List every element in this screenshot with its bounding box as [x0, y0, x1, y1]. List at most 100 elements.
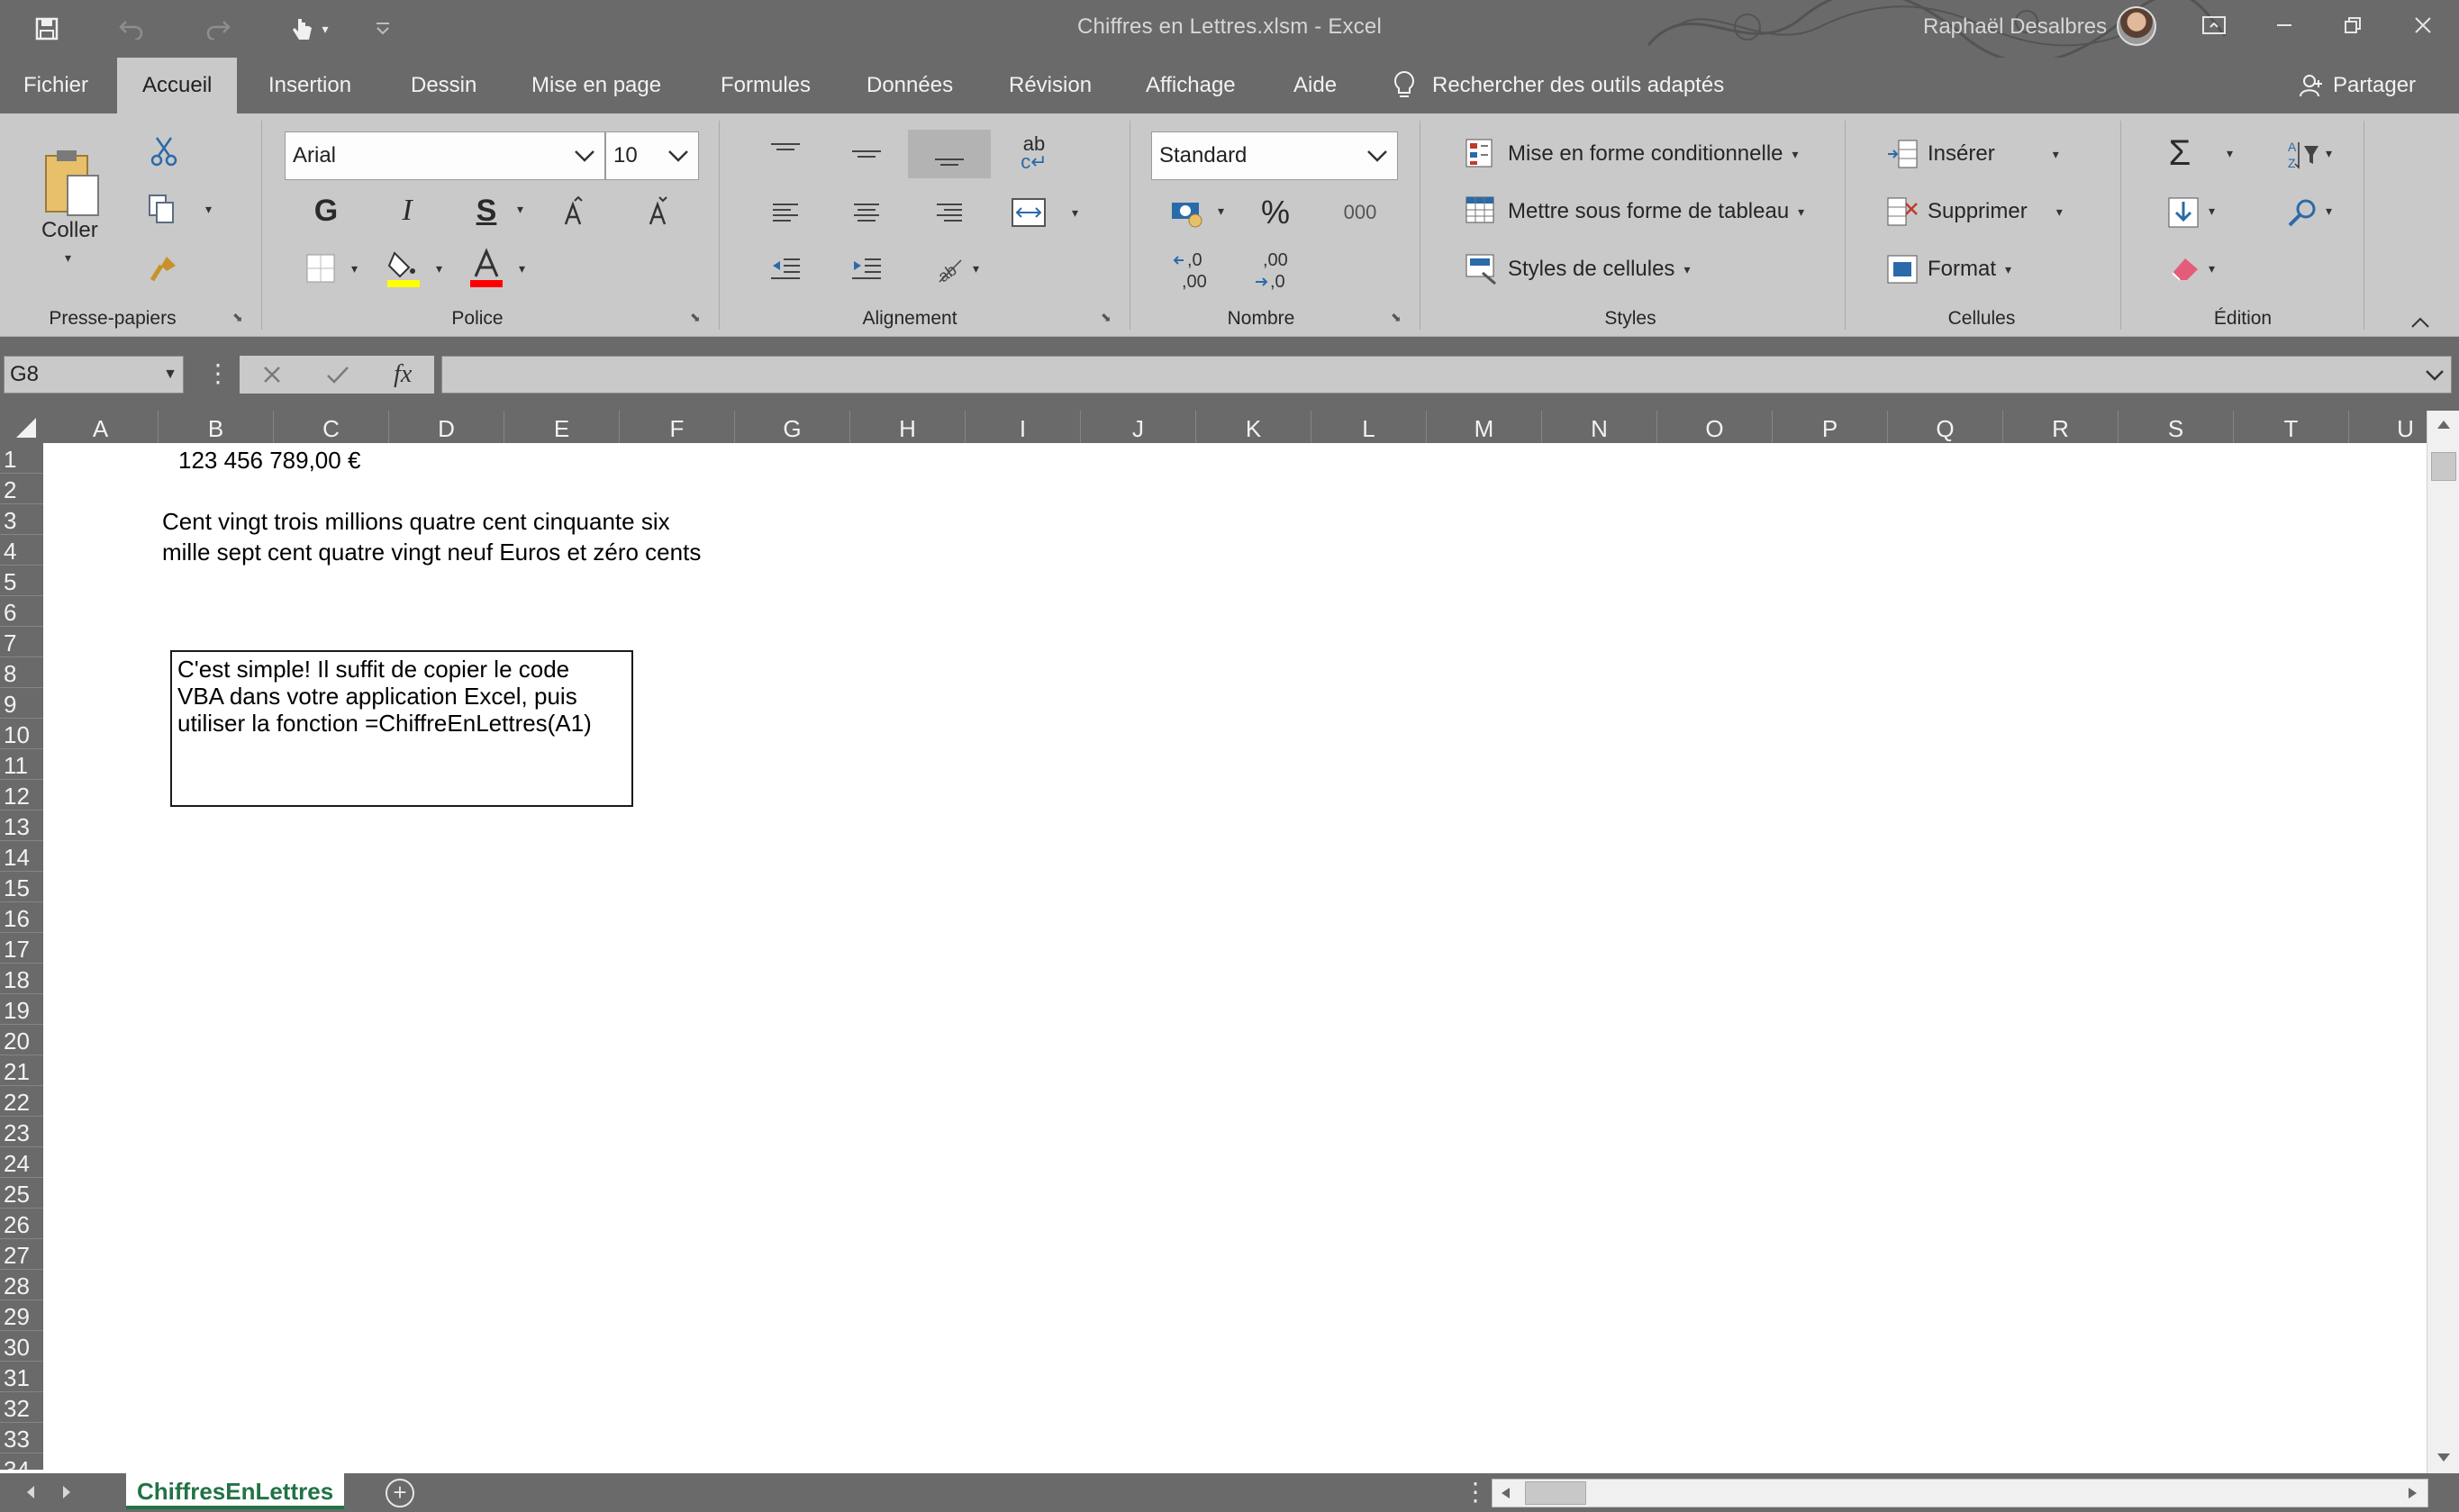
cell-a3[interactable]: Cent vingt trois millions quatre cent ci…	[162, 508, 670, 536]
row-header-1[interactable]: 1	[0, 443, 43, 474]
row-header-11[interactable]: 11	[0, 749, 43, 780]
decrease-indent-icon[interactable]	[764, 250, 807, 286]
font-color-dropdown-icon[interactable]: ▾	[519, 261, 525, 276]
avatar[interactable]	[2117, 6, 2156, 46]
expand-formula-bar-icon[interactable]	[2424, 364, 2445, 385]
column-header-q[interactable]: Q	[1888, 411, 2003, 443]
row-header-15[interactable]: 15	[0, 872, 43, 902]
conditional-formatting-button[interactable]: Mise en forme conditionnelle ▾	[1465, 133, 1799, 175]
column-header-a[interactable]: A	[43, 411, 159, 443]
fill-color-icon[interactable]	[382, 245, 425, 290]
scroll-right-icon[interactable]	[2404, 1485, 2420, 1501]
font-launcher-icon[interactable]: ⬊	[690, 310, 706, 326]
share-button[interactable]: Partager	[2299, 58, 2416, 113]
copy-icon[interactable]	[144, 191, 180, 227]
horizontal-scroll-thumb[interactable]	[1525, 1481, 1586, 1505]
decrease-decimal-icon[interactable]: ,00,0	[1252, 245, 1295, 295]
column-header-d[interactable]: D	[389, 411, 504, 443]
align-center-icon[interactable]	[845, 195, 888, 231]
cancel-icon[interactable]	[262, 365, 282, 385]
collapse-ribbon-icon[interactable]	[2407, 312, 2434, 333]
orientation-dropdown-icon[interactable]: ▾	[973, 261, 979, 276]
copy-dropdown-icon[interactable]: ▾	[205, 202, 212, 217]
column-header-e[interactable]: E	[504, 411, 620, 443]
tab-mise-en-page[interactable]: Mise en page	[528, 58, 665, 113]
row-header-26[interactable]: 26	[0, 1209, 43, 1239]
row-header-20[interactable]: 20	[0, 1025, 43, 1055]
tab-donnees[interactable]: Données	[863, 58, 957, 113]
restore-icon[interactable]	[2331, 7, 2374, 43]
borders-icon[interactable]	[301, 249, 340, 288]
tab-fichier[interactable]: Fichier	[20, 58, 92, 113]
column-header-k[interactable]: K	[1196, 411, 1311, 443]
tab-revision[interactable]: Révision	[1005, 58, 1095, 113]
find-dropdown-icon[interactable]: ▾	[2326, 204, 2332, 219]
row-header-22[interactable]: 22	[0, 1086, 43, 1117]
alignment-launcher-icon[interactable]: ⬊	[1101, 310, 1117, 326]
select-all-corner[interactable]	[0, 411, 43, 443]
font-family-select[interactable]: Arial	[285, 131, 605, 180]
format-as-table-button[interactable]: Mettre sous forme de tableau ▾	[1465, 191, 1804, 232]
column-header-b[interactable]: B	[159, 411, 274, 443]
delete-cells-button[interactable]: Supprimer ▾	[1886, 191, 2063, 232]
tab-insertion[interactable]: Insertion	[265, 58, 355, 113]
row-header-12[interactable]: 12	[0, 780, 43, 810]
row-header-14[interactable]: 14	[0, 841, 43, 872]
row-header-21[interactable]: 21	[0, 1055, 43, 1086]
align-top-icon[interactable]	[764, 135, 807, 171]
tab-accueil[interactable]: Accueil	[117, 58, 238, 113]
find-select-icon[interactable]	[2282, 193, 2322, 232]
column-header-t[interactable]: T	[2234, 411, 2349, 443]
bold-button[interactable]: G	[306, 191, 346, 231]
column-header-r[interactable]: R	[2003, 411, 2119, 443]
autosum-button[interactable]: Σ	[2160, 131, 2200, 175]
enter-check-icon[interactable]	[326, 365, 349, 385]
next-sheet-icon[interactable]	[59, 1484, 74, 1500]
tab-splitter-icon[interactable]: ⋮	[1463, 1477, 1488, 1507]
text-box-shape[interactable]: C'est simple! Il suffit de copier le cod…	[170, 650, 633, 807]
sort-filter-icon[interactable]: AZ	[2284, 135, 2324, 175]
percent-button[interactable]: %	[1254, 191, 1297, 234]
row-header-27[interactable]: 27	[0, 1239, 43, 1270]
accounting-format-icon[interactable]	[1167, 193, 1207, 232]
row-header-32[interactable]: 32	[0, 1392, 43, 1423]
row-header-31[interactable]: 31	[0, 1362, 43, 1392]
add-sheet-icon[interactable]: +	[386, 1479, 414, 1507]
column-header-l[interactable]: L	[1311, 411, 1427, 443]
increase-decimal-icon[interactable]: ,0,00	[1171, 245, 1214, 295]
fill-down-icon[interactable]	[2164, 193, 2203, 232]
font-size-select[interactable]: 10	[605, 131, 699, 180]
align-bottom-icon[interactable]	[908, 130, 991, 178]
vertical-scroll-thumb[interactable]	[2431, 452, 2456, 481]
column-header-m[interactable]: M	[1427, 411, 1542, 443]
row-header-5[interactable]: 5	[0, 566, 43, 596]
format-cells-button[interactable]: Format ▾	[1886, 249, 2011, 290]
align-middle-icon[interactable]	[845, 135, 888, 171]
user-name[interactable]: Raphaël Desalbres	[1923, 14, 2107, 40]
increase-font-icon[interactable]	[557, 191, 593, 231]
insert-function-button[interactable]: fx	[394, 360, 412, 389]
wrap-text-button[interactable]: ab c↵	[1012, 131, 1056, 175]
row-header-28[interactable]: 28	[0, 1270, 43, 1300]
tab-aide[interactable]: Aide	[1290, 58, 1340, 113]
row-header-33[interactable]: 33	[0, 1423, 43, 1453]
column-header-h[interactable]: H	[850, 411, 966, 443]
row-header-30[interactable]: 30	[0, 1331, 43, 1362]
number-format-select[interactable]: Standard	[1151, 131, 1398, 180]
underline-button[interactable]: S	[467, 191, 506, 231]
increase-indent-icon[interactable]	[845, 250, 888, 286]
row-header-9[interactable]: 9	[0, 688, 43, 719]
cell-a4[interactable]: mille sept cent quatre vingt neuf Euros …	[162, 539, 701, 566]
fill-color-dropdown-icon[interactable]: ▾	[436, 261, 442, 276]
column-header-s[interactable]: S	[2119, 411, 2234, 443]
cell-b1[interactable]: 123 456 789,00 €	[178, 447, 360, 475]
close-icon[interactable]	[2401, 7, 2445, 43]
row-header-34[interactable]: 34	[0, 1453, 43, 1470]
merge-center-icon[interactable]	[1007, 193, 1050, 232]
row-header-13[interactable]: 13	[0, 810, 43, 841]
row-header-25[interactable]: 25	[0, 1178, 43, 1209]
formula-input[interactable]	[441, 356, 2452, 394]
align-right-icon[interactable]	[928, 195, 971, 231]
clipboard-launcher-icon[interactable]: ⬊	[232, 310, 249, 326]
thousands-separator-button[interactable]: 000	[1337, 193, 1384, 232]
